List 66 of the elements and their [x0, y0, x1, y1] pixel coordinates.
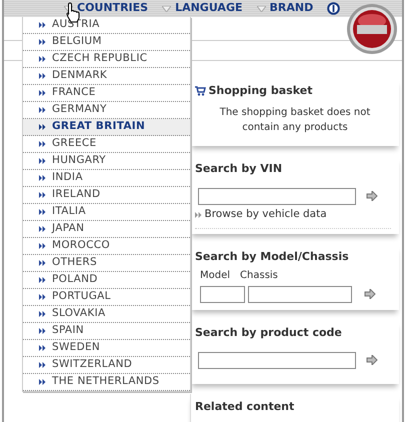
panel-title: Related content [195, 399, 294, 415]
country-item[interactable]: SWEDEN [23, 340, 190, 357]
chevron-icon [39, 73, 46, 79]
panel-title: Shopping basket [208, 83, 312, 99]
country-item[interactable]: POLAND [23, 272, 190, 289]
country-item[interactable]: JAPAN [23, 221, 190, 238]
country-item[interactable]: CZECH REPUBLIC [23, 51, 190, 68]
chevron-icon [39, 311, 46, 317]
cart-icon [195, 86, 206, 96]
country-item[interactable]: GREECE [23, 136, 190, 153]
chevron-icon [39, 22, 46, 28]
browse-link[interactable]: Browse by vehicle data [204, 207, 327, 223]
triangle-icon [162, 6, 172, 12]
arrow-icon[interactable] [366, 191, 378, 201]
panel-title: Search by VIN [195, 161, 282, 177]
chevron-icon [39, 192, 46, 198]
chevron-icon [39, 226, 46, 232]
field-label: Model [200, 269, 230, 283]
chevron-icon [39, 158, 46, 164]
country-item[interactable]: MOROCCO [23, 238, 190, 255]
vin-field[interactable] [198, 188, 356, 204]
chevron-icon [39, 107, 46, 113]
basket-message: The shopping basket does not contain any products [218, 106, 372, 134]
chevron-icon [39, 124, 46, 130]
country-item[interactable]: HUNGARY [23, 153, 190, 170]
panel-title: Search by Model/Chassis [195, 249, 349, 265]
chevron-icon [39, 209, 46, 215]
panel-title: Search by product code [195, 325, 342, 341]
chevron-icon [39, 90, 46, 96]
info-icon[interactable] [327, 2, 340, 15]
chevron-icon [39, 56, 46, 62]
field-label: Chassis [240, 269, 278, 283]
chassis-field[interactable] [248, 286, 352, 302]
chevron-icon [39, 260, 46, 266]
country-item[interactable]: BELGIUM [23, 34, 190, 51]
chevron-icon [39, 39, 46, 45]
chevron-icon [39, 277, 46, 283]
country-item[interactable]: GREAT BRITAIN [23, 119, 190, 136]
chevron-icon [39, 328, 46, 334]
chevron-icon [39, 243, 46, 249]
chevron-icon [39, 175, 46, 181]
logo-icon[interactable] [346, 3, 398, 55]
country-item[interactable]: PORTUGAL [23, 289, 190, 306]
triangle-icon [256, 6, 266, 12]
country-item[interactable]: THE NETHERLANDS [23, 374, 190, 391]
arrow-icon[interactable] [364, 289, 376, 299]
arrow-icon[interactable] [366, 355, 378, 365]
country-item[interactable]: SWITZERLAND [23, 357, 190, 374]
model-field[interactable] [200, 286, 245, 302]
country-item[interactable]: SLOVAKIA [23, 306, 190, 323]
chevron-icon [195, 212, 202, 218]
country-item[interactable]: FRANCE [23, 85, 190, 102]
nav-link[interactable]: LANGUAGE [162, 0, 256, 17]
country-item[interactable]: INDIA [23, 170, 190, 187]
nav-link[interactable]: BRAND [256, 0, 328, 17]
country-item[interactable]: DENMARK [23, 68, 190, 85]
chevron-icon [39, 141, 46, 147]
country-item[interactable]: IRELAND [23, 187, 190, 204]
country-item[interactable]: ITALIA [23, 204, 190, 221]
chevron-icon [39, 345, 46, 351]
country-item[interactable]: SPAIN [23, 323, 190, 340]
chevron-icon [39, 294, 46, 300]
country-item[interactable]: OTHERS [23, 255, 190, 272]
product-code-field[interactable] [198, 352, 356, 368]
chevron-icon [39, 362, 46, 368]
chevron-icon [39, 379, 46, 385]
